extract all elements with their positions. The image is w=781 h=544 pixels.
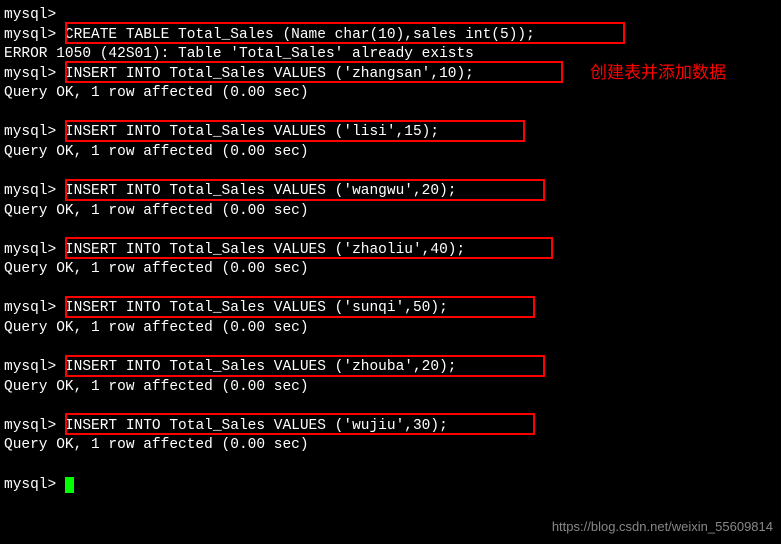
blank-line [4,280,777,300]
query-ok-line: Query OK, 1 row affected (0.00 sec) [4,436,777,456]
sql-statement: INSERT INTO Total_Sales VALUES ('lisi',1… [65,124,439,140]
result-text: Query OK, 1 row affected (0.00 sec) [4,85,309,101]
query-ok-line: Query OK, 1 row affected (0.00 sec) [4,319,777,339]
sql-statement: INSERT INTO Total_Sales VALUES ('wangwu'… [65,183,457,199]
prompt: mysql> [4,183,56,199]
blank-line [4,104,777,124]
prompt: mysql> [4,359,56,375]
prompt: mysql> [4,418,56,434]
sql-statement: INSERT INTO Total_Sales VALUES ('zhaoliu… [65,242,465,258]
query-ok-line: Query OK, 1 row affected (0.00 sec) [4,143,777,163]
blank-line [4,163,777,183]
cursor-icon [65,477,74,493]
insert-line-4: mysql> INSERT INTO Total_Sales VALUES ('… [4,241,777,261]
result-text: Query OK, 1 row affected (0.00 sec) [4,320,309,336]
sql-statement: INSERT INTO Total_Sales VALUES ('sunqi',… [65,300,448,316]
sql-statement: CREATE TABLE Total_Sales (Name char(10),… [65,27,535,43]
prompt: mysql> [4,7,56,23]
result-text: Query OK, 1 row affected (0.00 sec) [4,437,309,453]
insert-line-6: mysql> INSERT INTO Total_Sales VALUES ('… [4,358,777,378]
blank-line [4,397,777,417]
sql-statement: INSERT INTO Total_Sales VALUES ('wujiu',… [65,418,448,434]
prompt: mysql> [4,27,56,43]
insert-line-7: mysql> INSERT INTO Total_Sales VALUES ('… [4,417,777,437]
query-ok-line: Query OK, 1 row affected (0.00 sec) [4,378,777,398]
query-ok-line: Query OK, 1 row affected (0.00 sec) [4,260,777,280]
sql-statement: INSERT INTO Total_Sales VALUES ('zhangsa… [65,66,474,82]
result-text: Query OK, 1 row affected (0.00 sec) [4,261,309,277]
prompt-line: mysql> [4,6,777,26]
insert-line-5: mysql> INSERT INTO Total_Sales VALUES ('… [4,299,777,319]
query-ok-line: Query OK, 1 row affected (0.00 sec) [4,202,777,222]
result-text: Query OK, 1 row affected (0.00 sec) [4,203,309,219]
query-ok-line: Query OK, 1 row affected (0.00 sec) [4,84,777,104]
error-text: ERROR 1050 (42S01): Table 'Total_Sales' … [4,46,474,62]
prompt: mysql> [4,124,56,140]
insert-line-2: mysql> INSERT INTO Total_Sales VALUES ('… [4,123,777,143]
create-table-line: mysql> CREATE TABLE Total_Sales (Name ch… [4,26,777,46]
result-text: Query OK, 1 row affected (0.00 sec) [4,379,309,395]
blank-line [4,456,777,476]
blank-line [4,339,777,359]
annotation-text: 创建表并添加数据 [590,62,726,85]
prompt: mysql> [4,300,56,316]
insert-line-3: mysql> INSERT INTO Total_Sales VALUES ('… [4,182,777,202]
watermark-text: https://blog.csdn.net/weixin_55609814 [552,518,773,536]
blank-line [4,221,777,241]
result-text: Query OK, 1 row affected (0.00 sec) [4,144,309,160]
prompt: mysql> [4,242,56,258]
sql-statement: INSERT INTO Total_Sales VALUES ('zhouba'… [65,359,457,375]
final-prompt-line[interactable]: mysql> [4,476,777,496]
prompt: mysql> [4,66,56,82]
prompt: mysql> [4,477,56,493]
